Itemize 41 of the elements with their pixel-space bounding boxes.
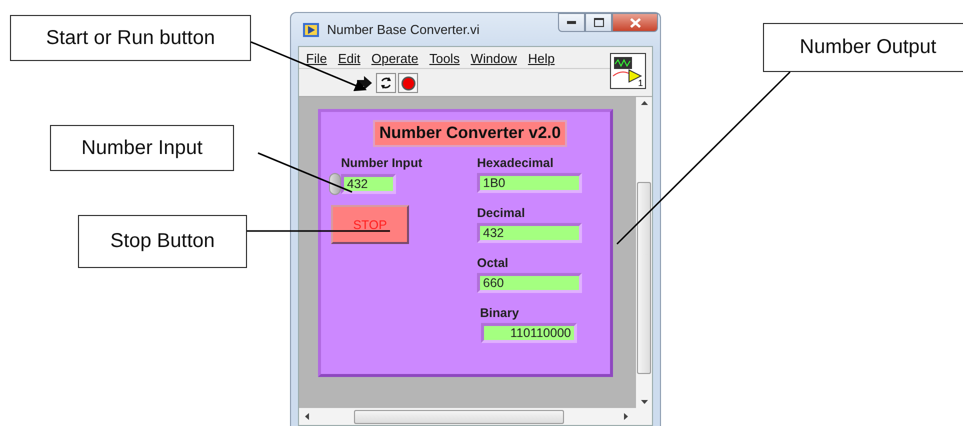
menu-item[interactable]: Window: [470, 51, 517, 68]
app-icon: [303, 22, 319, 36]
callout-label: Number Output: [763, 23, 963, 72]
menu-item[interactable]: File: [306, 51, 327, 68]
close-icon: [630, 18, 640, 28]
number-input-field[interactable]: 432: [341, 174, 396, 194]
output-field: 110110000: [481, 323, 577, 343]
menu-item[interactable]: Edit: [338, 51, 360, 68]
minimize-button[interactable]: [558, 13, 585, 32]
panel-title: Number Converter v2.0: [373, 120, 567, 147]
output-field: 1B0: [477, 173, 582, 193]
vi-icon[interactable]: 1: [610, 53, 646, 89]
output-label: Binary: [480, 306, 520, 320]
callout-label: Number Input: [50, 125, 234, 171]
window-title: Number Base Converter.vi: [327, 22, 480, 37]
arrow-icon: [355, 76, 373, 90]
close-button[interactable]: [612, 13, 658, 32]
scroll-right-icon[interactable]: [624, 413, 628, 420]
maximize-icon: [594, 18, 604, 27]
menu-item[interactable]: Tools: [429, 51, 460, 68]
scroll-left-icon[interactable]: [305, 413, 309, 420]
callout-label: Start or Run button: [10, 15, 251, 61]
stop-icon: [400, 76, 416, 90]
spinner-icon[interactable]: [329, 173, 341, 195]
callout-label: Stop Button: [78, 215, 247, 268]
scroll-down-icon[interactable]: [640, 400, 648, 404]
output-label: Decimal: [477, 206, 526, 220]
output-label: Hexadecimal: [477, 156, 554, 170]
cycle-icon: [379, 76, 393, 90]
run-continuously-button[interactable]: [376, 73, 396, 93]
maximize-button[interactable]: [585, 13, 612, 32]
scroll-up-icon[interactable]: [640, 101, 648, 105]
menu-item[interactable]: Operate: [371, 51, 418, 68]
output-field: 432: [477, 223, 582, 243]
icon-number: 1: [638, 78, 643, 88]
input-label: Number Input: [341, 156, 424, 170]
menu-item[interactable]: Help: [528, 51, 555, 68]
abort-button[interactable]: [398, 73, 418, 93]
minimize-icon: [567, 21, 576, 24]
output-field: 660: [477, 273, 582, 293]
output-label: Octal: [477, 256, 510, 270]
